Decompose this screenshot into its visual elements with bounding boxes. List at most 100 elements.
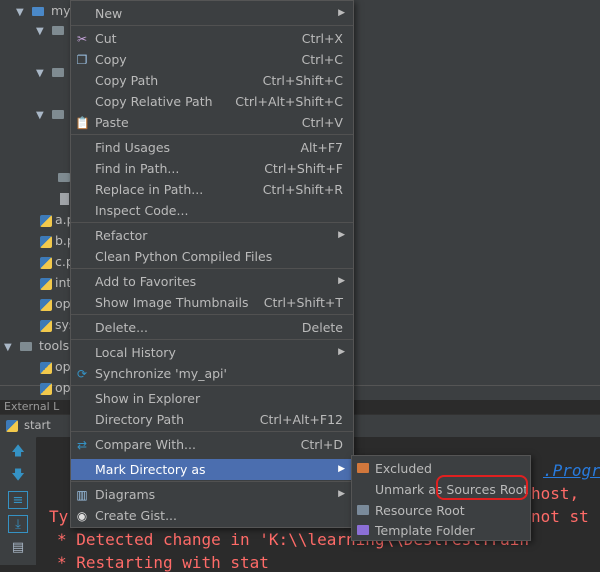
menu-separator <box>71 431 353 432</box>
expand-arrow-icon[interactable]: ▼ <box>36 106 48 126</box>
tree-tools-row[interactable]: ▼ tools <box>4 336 69 356</box>
menu-separator <box>71 314 353 315</box>
folder-icon <box>31 7 44 16</box>
tree-file-row[interactable] <box>60 188 69 208</box>
file-icon <box>60 192 69 205</box>
menu-item-copy[interactable]: ❐ Copy Ctrl+C <box>71 49 353 70</box>
menu-item-delete[interactable]: Delete... Delete <box>71 317 353 338</box>
expand-arrow-icon[interactable]: ▼ <box>16 3 28 23</box>
expand-arrow-icon[interactable]: ▼ <box>36 22 48 42</box>
menu-item-new[interactable]: New ▶ <box>71 3 353 24</box>
console-line: * Restarting with stat <box>57 553 269 572</box>
menu-item-replace-in-path[interactable]: Replace in Path... Ctrl+Shift+R <box>71 179 353 200</box>
submenu-item-label: Excluded <box>375 461 432 476</box>
menu-item-label: Find in Path... <box>95 161 180 176</box>
menu-item-label: Synchronize 'my_api' <box>95 366 227 381</box>
menu-item-show-image-thumbnails[interactable]: Show Image Thumbnails Ctrl+Shift+T <box>71 292 353 313</box>
menu-separator <box>71 222 353 223</box>
menu-item-copy-relative-path[interactable]: Copy Relative Path Ctrl+Alt+Shift+C <box>71 91 353 112</box>
menu-item-label: Add to Favorites <box>95 274 197 289</box>
tree-file-row[interactable]: op <box>40 357 71 377</box>
menu-item-label: Copy <box>95 52 127 67</box>
run-tab-label[interactable]: start <box>24 418 51 432</box>
python-file-icon <box>40 256 52 269</box>
tree-file-row[interactable]: op <box>40 378 71 398</box>
folder-icon <box>19 342 32 351</box>
scroll-end-icon[interactable]: ⤓ <box>8 515 28 533</box>
menu-item-label: Copy Relative Path <box>95 94 213 109</box>
print-icon[interactable]: ▤ <box>8 539 28 557</box>
tree-file-label: op <box>55 380 71 395</box>
menu-item-refactor[interactable]: Refactor ▶ <box>71 225 353 246</box>
menu-item-inspect-code[interactable]: Inspect Code... <box>71 200 353 221</box>
menu-item-add-to-favorites[interactable]: Add to Favorites ▶ <box>71 271 353 292</box>
menu-item-synchronize-my-api[interactable]: ⟳ Synchronize 'my_api' <box>71 363 353 384</box>
menu-item-shortcut: Ctrl+Shift+C <box>262 73 343 88</box>
sync-icon: ⟳ <box>76 367 88 381</box>
menu-item-show-in-explorer[interactable]: Show in Explorer <box>71 388 353 409</box>
menu-item-label: New <box>95 6 123 21</box>
expand-arrow-icon[interactable]: ▼ <box>36 64 48 84</box>
menu-item-label: Inspect Code... <box>95 203 189 218</box>
menu-item-label: Replace in Path... <box>95 182 204 197</box>
console-link[interactable]: .Progr <box>543 461 600 480</box>
menu-item-shortcut: Ctrl+Shift+R <box>262 182 343 197</box>
menu-item-label: Diagrams <box>95 487 156 502</box>
menu-item-clean-python-compiled-files[interactable]: Clean Python Compiled Files <box>71 246 353 267</box>
menu-item-label: Refactor <box>95 228 148 243</box>
run-toolbar: 🡅 🡇 ≡ ⤓ ▤ <box>0 437 36 565</box>
soft-wrap-icon[interactable]: ≡ <box>8 491 28 509</box>
python-file-icon <box>40 382 52 395</box>
down-arrow-icon[interactable]: 🡇 <box>8 467 28 485</box>
menu-item-cut[interactable]: ✂ Cut Ctrl+X <box>71 28 353 49</box>
tree-folder-row[interactable]: ▼ <box>36 62 67 82</box>
python-file-icon <box>40 298 52 311</box>
menu-item-label: Local History <box>95 345 176 360</box>
tree-root-row[interactable]: ▼ my <box>16 1 71 21</box>
tree-folder-row[interactable]: ▼ <box>36 20 67 40</box>
menu-item-copy-path[interactable]: Copy Path Ctrl+Shift+C <box>71 70 353 91</box>
submenu-item-resource-root[interactable]: Resource Root <box>352 500 530 521</box>
submenu-arrow-icon: ▶ <box>338 347 345 357</box>
context-menu: New ▶ ✂ Cut Ctrl+X ❐ Copy Ctrl+C Copy Path Ctrl+S… <box>70 0 354 528</box>
submenu-item-label: Template Folder <box>375 523 475 538</box>
external-libraries-row[interactable]: External L <box>0 400 59 414</box>
tree-file-row[interactable]: int <box>40 273 71 293</box>
copy-icon: ❐ <box>76 53 88 67</box>
submenu-arrow-icon: ▶ <box>338 464 345 474</box>
menu-item-label: Directory Path <box>95 412 185 427</box>
folder-icon <box>357 525 369 535</box>
menu-item-mark-directory-as[interactable]: Mark Directory as ▶ <box>71 459 353 480</box>
python-file-icon <box>40 235 52 248</box>
menu-item-label: Paste <box>95 115 129 130</box>
annotation-circle <box>436 475 528 500</box>
tree-file-label: int <box>55 275 72 290</box>
python-run-icon <box>6 420 18 432</box>
menu-item-directory-path[interactable]: Directory Path Ctrl+Alt+F12 <box>71 409 353 430</box>
menu-item-paste[interactable]: 📋 Paste Ctrl+V <box>71 112 353 133</box>
tree-file-label: op <box>55 296 71 311</box>
tree-file-row[interactable]: c.p <box>40 252 74 272</box>
submenu-item-template-folder[interactable]: Template Folder <box>352 520 530 541</box>
menu-separator <box>71 268 353 269</box>
menu-item-local-history[interactable]: Local History ▶ <box>71 342 353 363</box>
up-arrow-icon[interactable]: 🡅 <box>8 443 28 461</box>
menu-item-shortcut: Ctrl+D <box>300 437 343 452</box>
tree-folder-row[interactable]: ▼ <box>36 104 67 124</box>
diagram-icon: ▥ <box>76 488 88 502</box>
menu-separator <box>71 385 353 386</box>
menu-item-shortcut: Ctrl+Shift+T <box>263 295 343 310</box>
folder-icon <box>51 68 64 77</box>
tree-file-row[interactable]: op <box>40 294 71 314</box>
menu-item-shortcut: Ctrl+C <box>301 52 343 67</box>
menu-item-shortcut: Ctrl+X <box>301 31 343 46</box>
expand-arrow-icon[interactable]: ▼ <box>4 338 16 358</box>
menu-item-find-usages[interactable]: Find Usages Alt+F7 <box>71 137 353 158</box>
menu-item-shortcut: Ctrl+V <box>301 115 343 130</box>
github-icon: ◉ <box>76 509 88 523</box>
menu-item-compare-with[interactable]: ⇄ Compare With... Ctrl+D <box>71 434 353 455</box>
menu-item-diagrams[interactable]: ▥ Diagrams ▶ <box>71 484 353 505</box>
menu-item-create-gist[interactable]: ◉ Create Gist... <box>71 505 353 526</box>
submenu-arrow-icon: ▶ <box>338 489 345 499</box>
menu-item-find-in-path[interactable]: Find in Path... Ctrl+Shift+F <box>71 158 353 179</box>
